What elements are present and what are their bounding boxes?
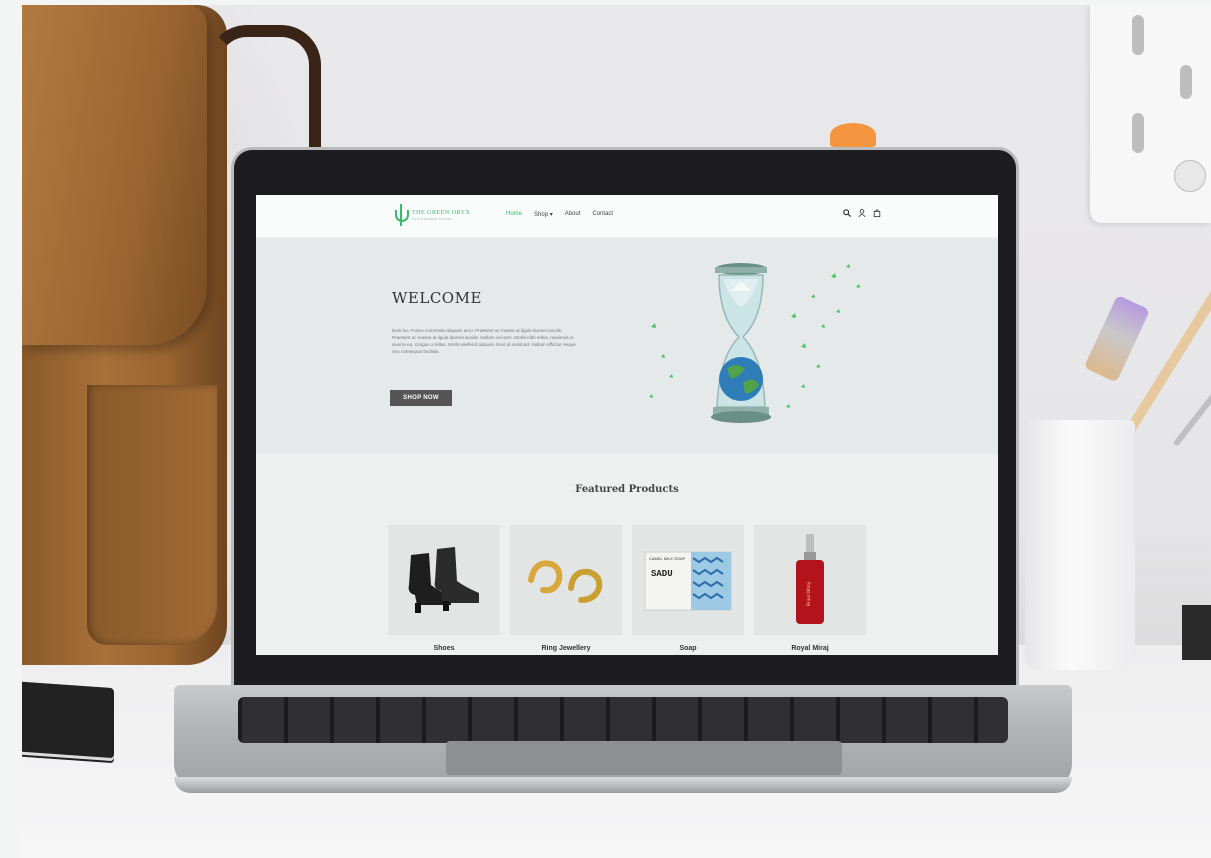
bag-icon[interactable]	[873, 209, 881, 217]
product-card[interactable]: Ring Jewellery	[510, 525, 622, 652]
leather-bag	[22, 5, 227, 665]
brush-head	[1083, 294, 1151, 383]
svg-text:Royal Miraj: Royal Miraj	[807, 582, 812, 606]
outlet-slot	[1180, 65, 1192, 99]
product-name[interactable]: Shoes	[388, 645, 500, 652]
keyboard	[238, 697, 1008, 743]
product-image[interactable]	[388, 525, 500, 635]
wall-outlet	[1090, 5, 1211, 223]
svg-text:SADU: SADU	[651, 569, 673, 579]
menu-about[interactable]: About	[565, 211, 581, 218]
shop-now-button[interactable]: SHOP NOW	[390, 390, 452, 406]
menu-contact[interactable]: Contact	[592, 211, 613, 218]
earrings-image	[528, 560, 603, 603]
search-icon[interactable]	[843, 209, 851, 217]
bag-flap	[22, 5, 207, 345]
laptop-base-lip	[174, 777, 1072, 793]
menu-home[interactable]: Home	[506, 211, 522, 218]
header-icons	[843, 209, 881, 217]
notebook	[22, 681, 114, 759]
orange-flower	[830, 123, 876, 147]
outlet-screw	[1174, 160, 1206, 192]
laptop-screen: THE GREEN ORYX SUSTAINABLE LIVING Home S…	[256, 195, 998, 655]
logo-subtitle: SUSTAINABLE LIVING	[412, 217, 453, 221]
user-icon[interactable]	[858, 209, 866, 217]
featured-products-heading: Featured Products	[575, 484, 679, 495]
oryx-logo-icon	[394, 204, 409, 226]
product-image[interactable]: Royal Miraj	[754, 525, 866, 635]
site-logo[interactable]: THE GREEN ORYX SUSTAINABLE LIVING	[394, 204, 470, 226]
laptop-base	[174, 685, 1072, 793]
photo-scene: THE GREEN ORYX SUSTAINABLE LIVING Home S…	[22, 5, 1211, 858]
outlet-slot	[1132, 113, 1144, 153]
site-header: THE GREEN ORYX SUSTAINABLE LIVING Home S…	[256, 195, 998, 237]
hourglass-earth-image	[649, 263, 860, 423]
product-card[interactable]: Shoes	[388, 525, 500, 652]
desk-object	[1182, 605, 1211, 660]
brush-cup	[1025, 420, 1135, 670]
soap-box-image: CAMEL MILK SOAP SADU	[644, 551, 732, 611]
trackpad	[446, 741, 842, 775]
product-grid: Shoes Ring Jewellery CAMEL MILK SOAP SAD…	[388, 525, 866, 652]
perfume-bottle-image: Royal Miraj	[796, 534, 824, 624]
logo-text: THE GREEN ORYX SUSTAINABLE LIVING	[412, 210, 471, 221]
hero-title: WELCOME	[392, 289, 482, 307]
product-name[interactable]: Ring Jewellery	[510, 645, 622, 652]
hero-banner: WELCOME Duis leo. Fusce commodo aliquam …	[256, 239, 998, 454]
svg-text:CAMEL MILK SOAP: CAMEL MILK SOAP	[649, 556, 686, 561]
product-name[interactable]: Soap	[632, 645, 744, 652]
product-card[interactable]: Royal Miraj Royal Miraj	[754, 525, 866, 652]
boots-image	[408, 547, 479, 613]
product-image[interactable]	[510, 525, 622, 635]
hero-description: Duis leo. Fusce commodo aliquam arcu. Pr…	[392, 328, 576, 354]
menu-shop[interactable]: Shop ▾	[534, 211, 553, 218]
bag-pocket	[87, 385, 217, 645]
product-image[interactable]: CAMEL MILK SOAP SADU	[632, 525, 744, 635]
main-menu: Home Shop ▾ About Contact	[506, 211, 613, 218]
product-card[interactable]: CAMEL MILK SOAP SADU Soap	[632, 525, 744, 652]
product-name[interactable]: Royal Miraj	[754, 645, 866, 652]
outlet-slot	[1132, 15, 1144, 55]
